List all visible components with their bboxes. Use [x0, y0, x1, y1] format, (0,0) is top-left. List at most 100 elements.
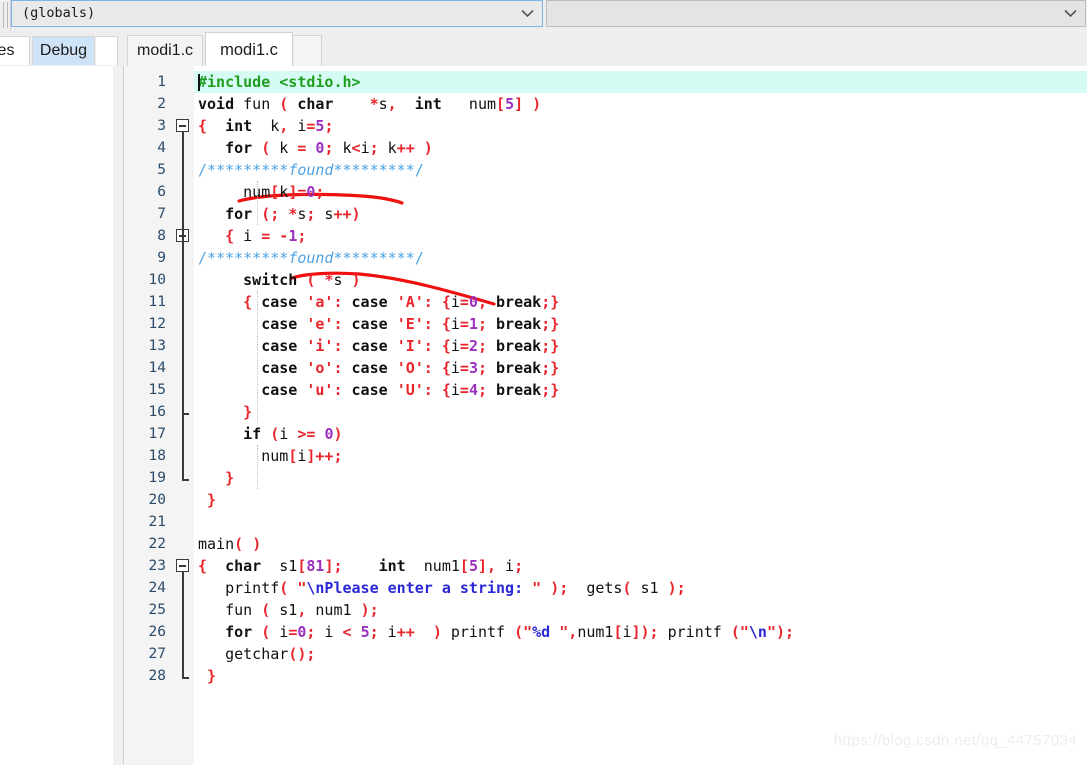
code-editor[interactable]: 1 2 3 4 5 6 7 8 9 10 11 12 13 14 15 16 17 18 19 20 21 22 23 24 2…	[123, 66, 1087, 765]
code-line[interactable]: for ( k = 0; k<i; k++ )	[198, 137, 433, 159]
line-number: 10	[148, 272, 166, 288]
chevron-down-icon[interactable]	[1064, 9, 1077, 18]
code-line[interactable]: case 'e': case 'E': {i=1; break;}	[198, 313, 559, 335]
code-token: =	[459, 337, 469, 355]
code-token: 'e'	[306, 315, 334, 333]
code-token: case	[351, 359, 388, 377]
code-token: ;}	[541, 381, 560, 399]
code-token: case	[261, 337, 298, 355]
code-line[interactable]: for ( i=0; i < 5; i++ ) printf ("%d ",nu…	[198, 621, 794, 643]
code-line[interactable]: num[k]=0;	[198, 181, 324, 203]
code-token: );	[550, 579, 569, 597]
code-token: i	[279, 425, 298, 443]
code-line[interactable]: case 'i': case 'I': {i=2; break;}	[198, 335, 559, 357]
code-token: [	[270, 183, 280, 201]
line-number: 12	[148, 316, 166, 332]
code-line[interactable]: }	[198, 467, 234, 489]
code-token: {	[225, 227, 235, 245]
code-line[interactable]: void fun ( char *s, int num[5] )	[198, 93, 541, 115]
code-line[interactable]: /*********found*********/	[198, 159, 424, 181]
code-token: (	[270, 425, 280, 443]
code-line[interactable]: printf( "\nPlease enter a string: " ); g…	[198, 577, 686, 599]
code-line[interactable]: { i = -1;	[198, 225, 306, 247]
code-line[interactable]: }	[198, 665, 216, 687]
line-number: 25	[148, 602, 166, 618]
code-line[interactable]: num[i]++;	[198, 445, 343, 467]
code-line[interactable]: getchar();	[198, 643, 315, 665]
code-line[interactable]: case 'o': case 'O': {i=3; break;}	[198, 357, 559, 379]
member-combo-box[interactable]: (globals)	[11, 0, 543, 27]
code-token: case	[261, 381, 298, 399]
document-tab-modi1c-2-active[interactable]: modi1.c	[205, 32, 293, 68]
code-token: }	[225, 469, 235, 487]
code-line[interactable]: switch ( *s )	[198, 269, 360, 291]
class-combo-box[interactable]	[546, 0, 1086, 27]
code-text-area[interactable]: #include <stdio.h> void fun ( char *s, in…	[194, 66, 1087, 765]
code-token: case	[351, 315, 388, 333]
document-tab-modi1c-1[interactable]: modi1.c	[127, 35, 203, 66]
code-line[interactable]: main( )	[198, 533, 261, 555]
code-token: i	[378, 623, 397, 641]
code-line[interactable]: fun ( s1, num1 );	[198, 599, 379, 621]
code-token: break	[496, 381, 542, 399]
tool-tab-resources[interactable]: es	[0, 36, 30, 65]
pane-splitter[interactable]	[113, 66, 123, 765]
code-token: i	[622, 623, 632, 641]
code-line[interactable]: { int k, i=5;	[198, 115, 333, 137]
code-token: break	[496, 315, 542, 333]
code-token: 81	[306, 557, 325, 575]
code-token: s	[333, 271, 352, 289]
toolbar-grip-handle[interactable]	[3, 2, 8, 28]
code-line[interactable]: if (i >= 0)	[198, 423, 342, 445]
code-token: 'i'	[306, 337, 334, 355]
code-token: ]++;	[306, 447, 343, 465]
code-line[interactable]: { char s1[81]; int num1[5], i;	[198, 555, 523, 577]
code-line[interactable]: }	[198, 401, 252, 423]
code-token: ;	[514, 557, 524, 575]
code-line[interactable]: for (; *s; s++)	[198, 203, 360, 225]
code-token: break	[496, 293, 542, 311]
code-token: :	[333, 315, 343, 333]
code-folding-margin[interactable]	[174, 66, 195, 765]
tool-tab-label: es	[0, 42, 15, 59]
adjacent-editor-pane[interactable]	[0, 66, 114, 765]
indent-guide	[257, 445, 259, 489]
code-line[interactable]: }	[198, 489, 216, 511]
code-token: i	[450, 315, 460, 333]
code-token: ]);	[631, 623, 659, 641]
code-token: 0	[468, 293, 478, 311]
line-number: 16	[148, 404, 166, 420]
code-token: }	[243, 403, 253, 421]
fold-collapse-icon[interactable]	[176, 119, 189, 132]
code-token: )	[423, 139, 433, 157]
code-line[interactable]: { case 'a': case 'A': {i=0; break;}	[198, 291, 559, 313]
tool-tab-label: Debug	[39, 42, 88, 59]
document-tab-label: modi1.c	[136, 42, 194, 59]
code-token: :	[333, 337, 343, 355]
code-token: #include <stdio.h>	[198, 73, 361, 91]
fold-collapse-icon[interactable]	[176, 559, 189, 572]
code-token: printf	[198, 579, 280, 597]
tool-tab-debug[interactable]: Debug	[32, 36, 95, 65]
code-token: printf	[441, 623, 515, 641]
code-token: "	[532, 579, 542, 597]
line-number: 22	[148, 536, 166, 552]
code-line[interactable]: #include <stdio.h>	[198, 71, 361, 93]
code-line[interactable]: case 'u': case 'U': {i=4; break;}	[198, 379, 559, 401]
code-line[interactable]: /*********found*********/	[198, 247, 424, 269]
code-token: (	[279, 95, 289, 113]
chevron-down-icon[interactable]	[521, 9, 534, 18]
code-token: (	[234, 535, 244, 553]
